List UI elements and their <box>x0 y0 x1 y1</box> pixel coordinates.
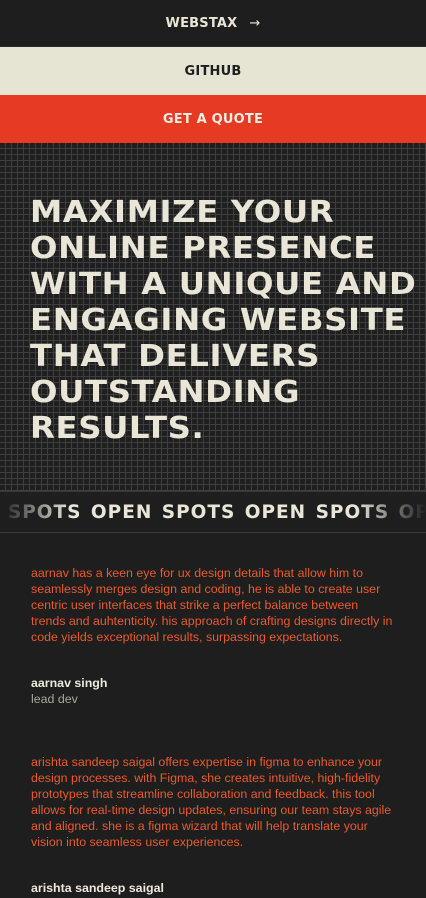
testimonial-author-name: arishta sandeep saigal <box>31 881 164 895</box>
testimonial-quote: aarnav has a keen eye for ux design deta… <box>31 566 393 644</box>
testimonial-quote: arishta sandeep saigal offers expertise … <box>31 755 392 849</box>
get-a-quote-button[interactable]: GET A QUOTE <box>0 95 426 143</box>
testimonial-card: arishta sandeep saigal offers expertise … <box>31 754 396 898</box>
github-button[interactable]: GITHUB <box>0 47 426 95</box>
brand-label: WEBSTAX <box>165 15 238 31</box>
hero-title: MAXIMIZE YOUR ONLINE PRESENCE WITH A UNI… <box>30 195 417 446</box>
testimonial-author-name: aarnav singh <box>31 676 108 690</box>
github-label: GITHUB <box>184 63 242 79</box>
hero-section: MAXIMIZE YOUR ONLINE PRESENCE WITH A UNI… <box>0 143 426 491</box>
get-a-quote-label: GET A QUOTE <box>162 111 264 127</box>
page: WEBSTAX → GITHUB GET A QUOTE MAXIMIZE YO… <box>0 0 426 898</box>
testimonial-card: aarnav has a keen eye for ux design deta… <box>31 565 396 707</box>
open-spots-marquee: N SPOTS OPEN SPOTS OPEN SPOTS OPEN SPOTS… <box>0 491 426 533</box>
arrow-right-icon: → <box>249 15 261 31</box>
marquee-text: N SPOTS OPEN SPOTS OPEN SPOTS OPEN SPOTS… <box>0 502 426 523</box>
testimonial-author-role: lead dev <box>31 692 78 706</box>
brand-link[interactable]: WEBSTAX → <box>0 0 426 47</box>
testimonials-section: aarnav has a keen eye for ux design deta… <box>0 533 426 898</box>
